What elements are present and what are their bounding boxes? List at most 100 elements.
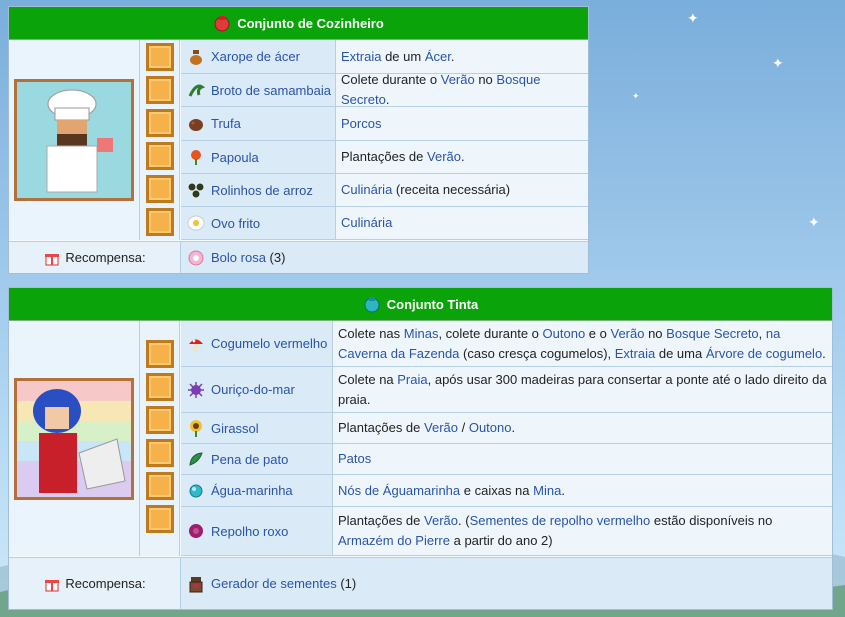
desc-text: (caso cresça cogumelos),: [459, 345, 615, 361]
desc-link[interactable]: Verão: [424, 513, 458, 528]
desc-text: .: [561, 482, 565, 498]
empty-slot[interactable]: [145, 208, 174, 236]
desc-link[interactable]: Verão: [441, 72, 475, 87]
desc-link[interactable]: Verão: [610, 326, 644, 341]
item-link[interactable]: Rolinhos de arroz: [211, 183, 313, 198]
item-link[interactable]: Papoula: [211, 150, 259, 165]
empty-slot[interactable]: [145, 109, 174, 137]
desc-link[interactable]: Mina: [533, 483, 561, 498]
empty-slot[interactable]: [145, 142, 174, 170]
portrait-cell: [9, 321, 140, 556]
desc-link[interactable]: Sementes de repolho vermelho: [470, 513, 651, 528]
star-icon: ✦: [808, 214, 820, 230]
item-desc: Colete nas Minas, colete durante o Outon…: [333, 321, 832, 366]
desc-text: . (: [458, 513, 470, 528]
item-cell: Broto de samambaia: [181, 74, 336, 106]
desc-link[interactable]: Praia: [397, 372, 427, 387]
item-row: Repolho roxo Plantações de Verão. (Semen…: [181, 507, 832, 556]
gift-icon: [45, 579, 60, 591]
portrait-cell: [9, 40, 140, 240]
item-desc: Nós de Águamarinha e caixas na Mina.: [333, 475, 832, 506]
item-row: Trufa Porcos: [181, 107, 588, 141]
desc-text: ,: [758, 325, 766, 341]
empty-slot[interactable]: [145, 505, 174, 533]
item-cell: Cogumelo vermelho: [181, 321, 333, 366]
item-link[interactable]: Ovo frito: [211, 216, 260, 231]
item-link[interactable]: Cogumelo vermelho: [211, 336, 327, 351]
item-link[interactable]: Trufa: [211, 116, 241, 131]
fiddlehead-fern-icon: [188, 84, 205, 97]
desc-text: (receita necessária): [392, 182, 511, 197]
maki-roll-icon: [187, 182, 205, 199]
reward-link[interactable]: Gerador de sementes: [211, 576, 337, 591]
desc-link[interactable]: Outono: [469, 420, 512, 435]
desc-link[interactable]: Armazém do Pierre: [338, 533, 450, 548]
item-row: Cogumelo vermelho Colete nas Minas, cole…: [181, 321, 832, 367]
item-link[interactable]: Água-marinha: [211, 483, 293, 498]
reward-label-cell: Recompensa:: [9, 558, 181, 609]
teal-bundle-icon: [364, 297, 380, 313]
sunflower-icon: [190, 420, 202, 437]
item-cell: Ovo frito: [181, 207, 336, 239]
item-desc: Plantações de Verão / Outono.: [333, 413, 832, 443]
item-desc: Extraia de um Ácer.: [336, 40, 588, 73]
reward-label: Recompensa:: [65, 576, 146, 591]
item-row: Ovo frito Culinária: [181, 207, 588, 240]
reward-qty: (1): [336, 576, 357, 591]
empty-slot[interactable]: [145, 76, 174, 104]
item-link[interactable]: Ouriço-do-mar: [211, 382, 295, 397]
item-cell: Papoula: [181, 141, 336, 173]
item-desc: Plantações de Verão. (Sementes de repolh…: [333, 507, 832, 555]
desc-text: Colete durante o: [341, 72, 441, 87]
desc-link[interactable]: Ácer: [425, 49, 451, 64]
red-mushroom-icon: [189, 339, 203, 351]
item-desc: Plantações de Verão.: [336, 141, 588, 173]
reward-item: Gerador de sementes (1): [181, 558, 832, 609]
desc-link[interactable]: Culinária: [341, 182, 392, 197]
item-link[interactable]: Girassol: [211, 421, 259, 436]
slot-column: [140, 40, 180, 240]
empty-slot[interactable]: [145, 175, 174, 203]
gift-icon: [45, 253, 60, 265]
duck-feather-icon: [189, 452, 203, 466]
empty-slot[interactable]: [145, 340, 174, 368]
bundle-header: Conjunto de Cozinheiro: [9, 7, 588, 40]
desc-link[interactable]: Porcos: [341, 116, 381, 131]
desc-text: .: [450, 48, 455, 64]
item-row: Rolinhos de arroz Culinária (receita nec…: [181, 174, 588, 207]
desc-link[interactable]: Patos: [338, 451, 371, 466]
empty-slot[interactable]: [145, 373, 174, 401]
desc-text: de uma: [655, 345, 706, 361]
desc-link[interactable]: Árvore de cogumelo: [706, 346, 822, 361]
item-row: Xarope de ácer Extraia de um Ácer.: [181, 40, 588, 74]
desc-link[interactable]: Minas: [404, 326, 439, 341]
desc-link[interactable]: Verão: [424, 420, 458, 435]
item-desc: Patos: [333, 444, 832, 474]
desc-text: no: [474, 72, 497, 87]
desc-link[interactable]: Outono: [543, 326, 586, 341]
reward-row: Recompensa: Gerador de sementes (1): [9, 557, 832, 609]
bundle-title: Conjunto de Cozinheiro: [237, 15, 384, 31]
desc-text: /: [458, 420, 469, 435]
desc-text: estão disponíveis no: [650, 513, 773, 528]
item-link[interactable]: Xarope de ácer: [211, 49, 300, 64]
item-cell: Trufa: [181, 107, 336, 140]
desc-link[interactable]: Extraia: [341, 49, 381, 64]
desc-link[interactable]: Verão: [427, 149, 461, 164]
item-link[interactable]: Pena de pato: [211, 452, 288, 467]
desc-link[interactable]: Bosque Secreto: [666, 326, 759, 341]
item-link[interactable]: Repolho roxo: [211, 524, 288, 539]
empty-slot[interactable]: [145, 43, 174, 71]
empty-slot[interactable]: [145, 472, 174, 500]
desc-link[interactable]: Nós de Águamarinha: [338, 483, 460, 498]
empty-slot[interactable]: [145, 439, 174, 467]
desc-text: .: [385, 92, 390, 107]
star-icon: ✦: [772, 55, 784, 71]
desc-link[interactable]: Extraia: [615, 346, 655, 361]
item-link[interactable]: Broto de samambaia: [211, 83, 331, 98]
desc-link[interactable]: Culinária: [341, 215, 392, 230]
item-row: Broto de samambaia Colete durante o Verã…: [181, 72, 588, 107]
item-cell: Água-marinha: [181, 475, 333, 506]
reward-link[interactable]: Bolo rosa: [211, 250, 266, 265]
empty-slot[interactable]: [145, 406, 174, 434]
